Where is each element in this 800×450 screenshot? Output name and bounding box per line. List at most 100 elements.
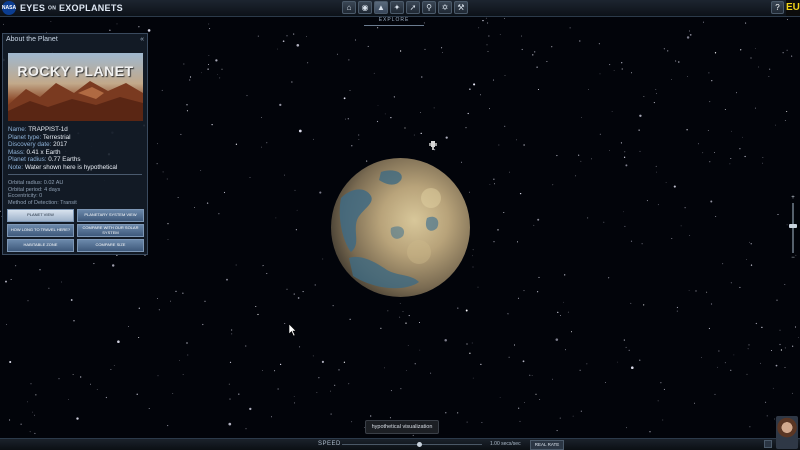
telescope-icon[interactable]: ➚: [406, 1, 420, 14]
planet-view-button[interactable]: PLANET VIEW: [7, 209, 74, 222]
star: [754, 48, 756, 50]
star: [565, 349, 566, 351]
habitable-zone-button[interactable]: HABITABLE ZONE: [7, 239, 74, 252]
speed-slider[interactable]: [342, 444, 482, 445]
spacecraft-icon[interactable]: [429, 140, 437, 150]
star: [221, 68, 223, 70]
zoom-track[interactable]: [792, 203, 794, 253]
star: [750, 57, 752, 59]
star: [297, 297, 300, 299]
star: [157, 375, 159, 377]
planets-icon[interactable]: ▲: [374, 1, 388, 14]
star: [183, 63, 185, 65]
star: [794, 326, 797, 328]
star: [653, 102, 655, 104]
star: [113, 365, 115, 366]
satellite-icon[interactable]: ✡: [438, 1, 452, 14]
star: [296, 43, 300, 47]
star: [117, 340, 120, 344]
planet-globe[interactable]: [331, 158, 470, 297]
planetary-system-view-button[interactable]: PLANETARY SYSTEM VIEW: [77, 209, 144, 222]
star: [695, 290, 697, 292]
star: [307, 62, 309, 64]
star: [343, 97, 346, 100]
star: [608, 277, 610, 279]
star: [571, 331, 572, 333]
compare-solar-system-button[interactable]: COMPARE WITH OUR SOLAR SYSTEM: [77, 224, 144, 237]
star: [167, 239, 169, 241]
star: [219, 77, 221, 79]
star: [6, 323, 8, 325]
star: [563, 301, 564, 303]
star: [620, 142, 622, 144]
star: [202, 323, 204, 326]
fact-label: Note:: [8, 163, 24, 171]
star: [707, 129, 709, 131]
app-logo[interactable]: NASA EYES ON EXOPLANETS: [2, 1, 123, 15]
star: [245, 428, 247, 430]
fact-row: Name: TRAPPIST-1d: [8, 126, 117, 134]
star: [657, 400, 659, 402]
star: [9, 419, 11, 421]
star: [147, 29, 151, 32]
star: [786, 224, 788, 226]
star: [749, 426, 751, 428]
star: [746, 258, 747, 260]
star: [231, 333, 233, 335]
star: [405, 370, 407, 371]
star: [283, 174, 285, 176]
star: [730, 130, 732, 132]
star: [643, 96, 645, 97]
star: [477, 286, 479, 288]
star: [414, 363, 416, 365]
star: [579, 369, 581, 371]
star: [29, 431, 31, 433]
star: [603, 221, 605, 223]
star: [466, 421, 468, 423]
travel-time-button[interactable]: HOW LONG TO TRAVEL HERE?: [7, 224, 74, 237]
star: [713, 152, 715, 153]
speed-knob[interactable]: [417, 442, 422, 447]
star: [472, 266, 474, 268]
star: [779, 329, 781, 331]
star: [235, 264, 237, 266]
star: [376, 120, 379, 123]
star: [393, 96, 395, 98]
star: [575, 175, 577, 177]
speed-value: 1.00 secs/sec: [490, 441, 521, 447]
globe-icon[interactable]: ◉: [358, 1, 372, 14]
help-button[interactable]: ?: [771, 1, 784, 14]
star: [204, 300, 206, 302]
compare-size-button[interactable]: COMPARE SIZE: [77, 239, 144, 252]
fact-row: Mass: 0.41 x Earth: [8, 149, 117, 157]
zoom-in-button[interactable]: +: [789, 195, 797, 201]
star: [430, 372, 432, 374]
home-icon[interactable]: ⌂: [342, 1, 356, 14]
star: [380, 327, 382, 329]
wrench-icon[interactable]: ⚒: [454, 1, 468, 14]
star: [348, 59, 350, 61]
star: [522, 360, 525, 363]
collapse-icon[interactable]: «: [140, 34, 144, 46]
star: [655, 165, 657, 167]
star: [775, 124, 776, 126]
star: [740, 49, 742, 51]
star: [167, 425, 169, 427]
star: [399, 303, 401, 305]
star: [504, 125, 506, 127]
zoom-out-button[interactable]: −: [789, 255, 797, 261]
star: [413, 134, 415, 136]
star: [180, 133, 182, 135]
star: [329, 390, 331, 392]
zoom-slider[interactable]: + −: [789, 195, 797, 261]
star: [688, 290, 690, 292]
search-icon[interactable]: ⚲: [422, 1, 436, 14]
zoom-knob[interactable]: [789, 223, 797, 228]
star: [136, 393, 138, 395]
audio-icon[interactable]: [764, 440, 772, 448]
star: [546, 61, 548, 62]
star: [660, 382, 662, 384]
star: [316, 391, 318, 393]
star: [9, 360, 12, 364]
planet-system-icon[interactable]: ✦: [390, 1, 404, 14]
